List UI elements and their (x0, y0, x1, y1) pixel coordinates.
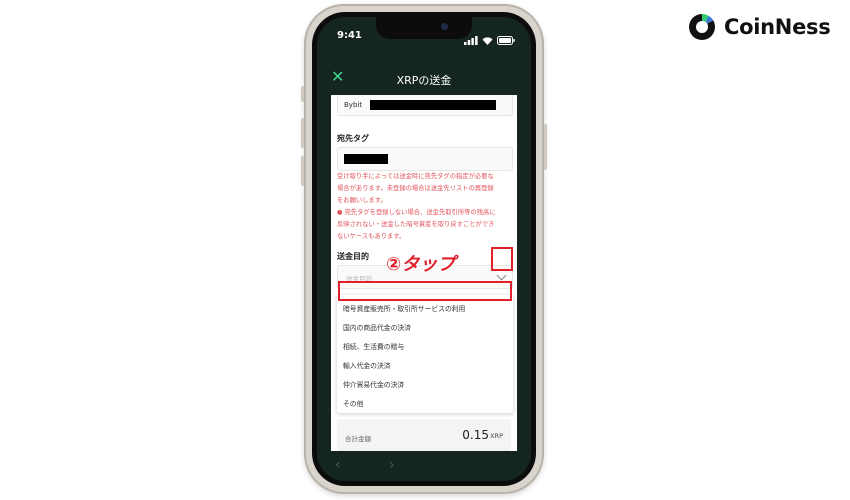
brand-name: CoinNess (724, 15, 831, 39)
back-arrow-icon[interactable]: ‹ (335, 457, 341, 473)
coinness-logo-icon (689, 13, 716, 40)
warning-line: ないケースもあります。 (337, 232, 406, 240)
address-field[interactable]: Bybit (337, 95, 513, 116)
total-value: 0.15 (462, 428, 489, 442)
purpose-option[interactable]: 相続、生活費の贈与 (343, 341, 404, 351)
warning-line: 受け取り手によっては送金時に宛先タグの指定が必要な (337, 173, 494, 180)
volume-up-button (301, 118, 304, 148)
dest-tag-warning: 受け取り手によっては送金時に宛先タグの指定が必要な 場合があります。未登録の場合… (337, 171, 515, 242)
purpose-option[interactable]: 国内の商品代金の決済 (343, 322, 411, 332)
app-header: ✕ XRPの送金 (317, 61, 531, 95)
forward-arrow-icon[interactable]: › (389, 457, 395, 473)
chevron-down-icon[interactable] (496, 270, 507, 281)
power-button (544, 124, 547, 170)
total-unit: XRP (490, 432, 503, 440)
redacted-dest-tag (344, 154, 388, 164)
warning-line: ● 宛先タグを登録しない場合、送金先取引所等の残高に (337, 208, 496, 216)
total-label: 合計金額 (345, 435, 371, 443)
mute-switch (301, 86, 304, 102)
purpose-option[interactable]: 輸入代金の決済 (343, 360, 391, 370)
highlight-first-option (338, 281, 512, 301)
purpose-option[interactable]: 仲介貿易代金の決済 (343, 379, 404, 389)
battery-icon (497, 30, 515, 49)
total-amount-box: 合計金額 0.15 XRP (337, 419, 511, 451)
status-time: 9:41 (337, 30, 362, 41)
camera-icon (441, 23, 448, 30)
redacted-address (370, 100, 496, 110)
volume-down-button (301, 156, 304, 186)
warning-line: 反映されない・送金した暗号資産を取り戻すことができ (337, 220, 495, 228)
purpose-option[interactable]: その他 (343, 398, 363, 408)
highlight-dropdown-toggle (491, 247, 513, 271)
purpose-label: 送金目的 (337, 252, 369, 261)
wifi-icon (482, 30, 493, 49)
browser-bottom-bar: ‹ › (317, 451, 531, 481)
notch (376, 17, 472, 39)
tap-instruction: ②タップ (385, 254, 456, 276)
dest-tag-label: 宛先タグ (337, 134, 369, 143)
coinness-logo: CoinNess (686, 10, 836, 44)
dest-tag-field[interactable] (337, 147, 513, 171)
warning-line: 場合があります。未登録の場合は送金先リストの再登録 (337, 184, 494, 192)
address-exchange-label: Bybit (344, 101, 363, 109)
page-title: XRPの送金 (396, 74, 452, 87)
purpose-option[interactable]: 暗号資産販売所・取引所サービスの利用 (343, 303, 465, 313)
warning-line: をお願いします。 (337, 196, 387, 204)
purpose-dropdown: 暗号資産販売所・取引所サービスの利用 国内の商品代金の決済 相続、生活費の贈与 … (337, 295, 513, 413)
